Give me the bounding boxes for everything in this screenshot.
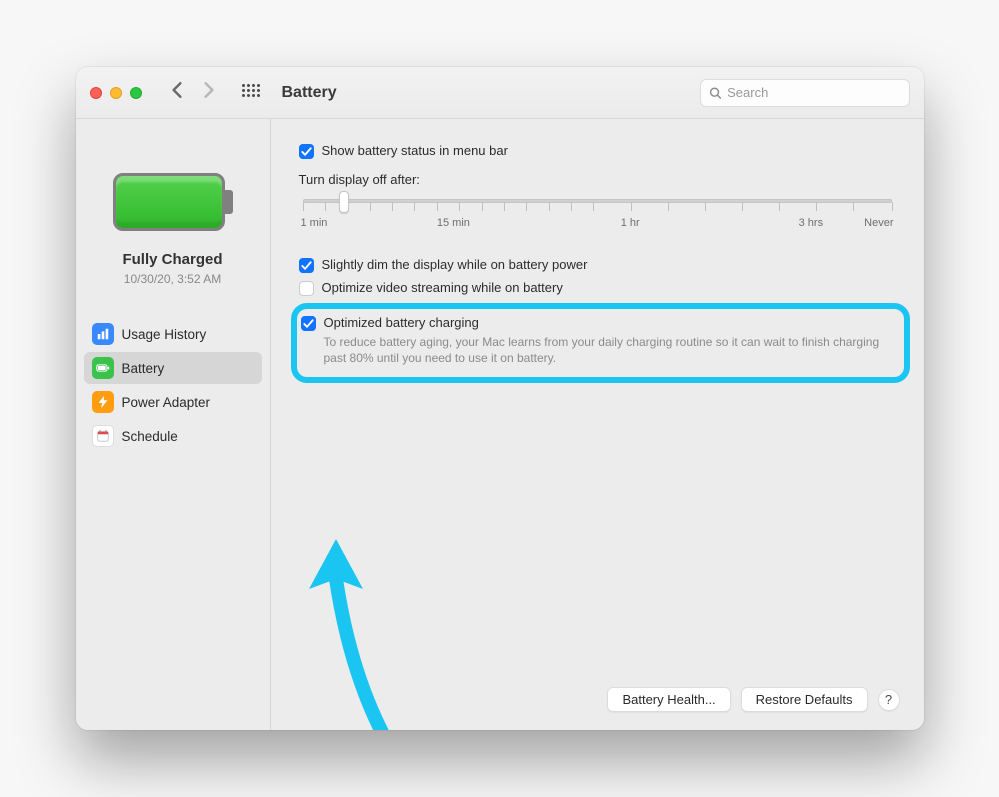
checkbox-dim-display[interactable]: Slightly dim the display while on batter… bbox=[299, 257, 896, 274]
turn-display-label: Turn display off after: bbox=[299, 172, 896, 187]
restore-defaults-button[interactable]: Restore Defaults bbox=[741, 687, 868, 712]
sidebar-item-label: Battery bbox=[122, 361, 165, 376]
checkbox-label: Optimize video streaming while on batter… bbox=[322, 280, 563, 297]
checkbox-checked-icon bbox=[301, 316, 316, 331]
checkbox-label: Slightly dim the display while on batter… bbox=[322, 257, 588, 274]
checkbox-unchecked-icon bbox=[299, 281, 314, 296]
display-off-slider[interactable]: 1 min 15 min 1 hr 3 hrs Never bbox=[299, 193, 896, 233]
back-button[interactable] bbox=[170, 81, 184, 104]
window-title: Battery bbox=[282, 84, 337, 102]
help-button[interactable]: ? bbox=[878, 689, 900, 711]
sidebar-item-label: Schedule bbox=[122, 429, 178, 444]
nav-arrows bbox=[170, 81, 216, 104]
sidebar-item-schedule[interactable]: Schedule bbox=[84, 420, 262, 452]
battery-status-label: Fully Charged bbox=[122, 251, 222, 268]
content: Show battery status in menu bar Turn dis… bbox=[271, 119, 924, 730]
footer: Battery Health... Restore Defaults ? bbox=[607, 687, 899, 712]
checkbox-checked-icon bbox=[299, 144, 314, 159]
window-controls bbox=[90, 87, 142, 99]
slider-knob[interactable] bbox=[339, 191, 349, 213]
sidebar-item-usage-history[interactable]: Usage History bbox=[84, 318, 262, 350]
sidebar-item-label: Power Adapter bbox=[122, 395, 211, 410]
minimize-icon[interactable] bbox=[110, 87, 122, 99]
close-icon[interactable] bbox=[90, 87, 102, 99]
search-icon bbox=[709, 86, 722, 100]
checkbox-show-status[interactable]: Show battery status in menu bar bbox=[299, 143, 896, 160]
battery-small-icon bbox=[92, 357, 114, 379]
calendar-icon bbox=[92, 425, 114, 447]
sidebar-list: Usage History Battery Power Adapter bbox=[76, 318, 270, 452]
checkbox-optimize-video[interactable]: Optimize video streaming while on batter… bbox=[299, 280, 896, 297]
search-input[interactable] bbox=[727, 85, 900, 100]
forward-button[interactable] bbox=[202, 81, 216, 104]
body: Fully Charged 10/30/20, 3:52 AM Usage Hi… bbox=[76, 119, 924, 730]
zoom-icon[interactable] bbox=[130, 87, 142, 99]
sidebar-item-power-adapter[interactable]: Power Adapter bbox=[84, 386, 262, 418]
sidebar: Fully Charged 10/30/20, 3:52 AM Usage Hi… bbox=[76, 119, 271, 730]
optimized-charging-description: To reduce battery aging, your Mac learns… bbox=[324, 334, 894, 368]
battery-icon bbox=[113, 173, 233, 231]
checkbox-label: Show battery status in menu bar bbox=[322, 143, 508, 160]
chart-icon bbox=[92, 323, 114, 345]
bolt-icon bbox=[92, 391, 114, 413]
sidebar-item-label: Usage History bbox=[122, 327, 207, 342]
preferences-window: Battery Fully Charged 10/30/20, 3:52 AM … bbox=[76, 67, 924, 730]
checkbox-checked-icon bbox=[299, 258, 314, 273]
arrow-annotation-icon bbox=[301, 539, 421, 730]
sidebar-item-battery[interactable]: Battery bbox=[84, 352, 262, 384]
battery-status-date: 10/30/20, 3:52 AM bbox=[124, 272, 221, 286]
show-all-icon[interactable] bbox=[242, 84, 260, 102]
search-field[interactable] bbox=[700, 79, 910, 107]
checkbox-label: Optimized battery charging bbox=[324, 315, 894, 332]
highlight-annotation: Optimized battery charging To reduce bat… bbox=[291, 303, 910, 383]
checkbox-optimized-charging[interactable]: Optimized battery charging To reduce bat… bbox=[301, 315, 894, 367]
battery-health-button[interactable]: Battery Health... bbox=[607, 687, 730, 712]
slider-labels: 1 min 15 min 1 hr 3 hrs Never bbox=[301, 217, 894, 233]
titlebar: Battery bbox=[76, 67, 924, 119]
